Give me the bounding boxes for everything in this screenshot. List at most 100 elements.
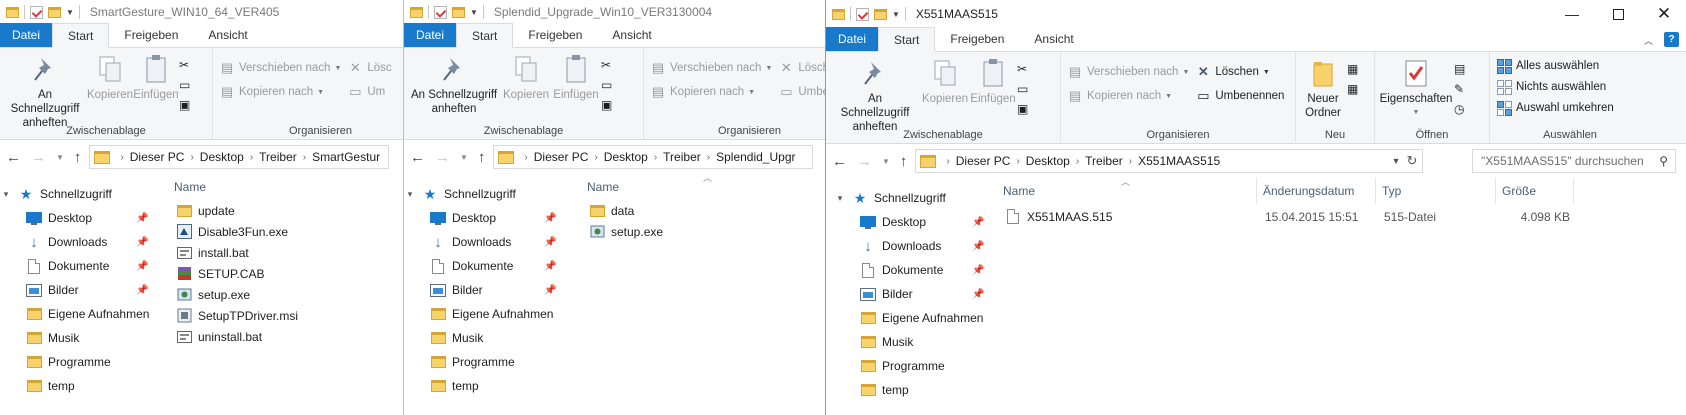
pin-icon[interactable]: 📌 [136, 261, 148, 272]
tree-item-dokumente[interactable]: Dokumente 📌 [404, 254, 556, 278]
tab-freigeben[interactable]: Freigeben [935, 27, 1019, 51]
tree-item-downloads[interactable]: ↓ Downloads 📌 [0, 230, 160, 254]
column-header-name[interactable]: ︿ Name [997, 177, 1257, 204]
cut-icon[interactable]: ✂ [1017, 62, 1028, 76]
pin-icon[interactable]: 📌 [544, 237, 556, 248]
pin-icon[interactable]: 📌 [544, 213, 556, 224]
customize-chevron-icon[interactable]: ▼ [66, 8, 74, 17]
list-item[interactable]: install.bat [168, 242, 403, 263]
breadcrumb-chevron-icon[interactable]: › [190, 152, 193, 163]
breadcrumb-dieser-pc[interactable]: Dieser PC [130, 150, 185, 164]
refresh-icon[interactable]: ↻ [1407, 153, 1418, 169]
expand-chevron-icon[interactable]: ▾ [404, 189, 416, 200]
search-icon[interactable]: ⚲ [1659, 154, 1668, 168]
tree-item-musik[interactable]: Musik [0, 326, 160, 350]
tree-item-programme[interactable]: Programme [0, 350, 160, 374]
tree-item-temp[interactable]: temp [404, 374, 554, 398]
copy-path-icon[interactable]: ▭ [601, 78, 612, 92]
breadcrumb-dieser-pc[interactable]: Dieser PC [956, 154, 1011, 168]
breadcrumb-chevron-icon[interactable]: › [303, 152, 306, 163]
list-item[interactable]: setup.exe [168, 284, 403, 305]
paste-shortcut-icon[interactable]: ▣ [1017, 102, 1028, 116]
rename-button[interactable]: ▭ Umbenennen [1192, 86, 1287, 106]
address-dropdown-icon[interactable]: ▼ [1392, 156, 1401, 166]
tree-item-eigene-aufnahmen[interactable]: Eigene Aufnahmen [404, 302, 554, 326]
tree-item-bilder[interactable]: Bilder 📌 [826, 282, 996, 306]
list-item[interactable]: uninstall.bat [168, 326, 403, 347]
tree-item-temp[interactable]: temp [826, 378, 996, 402]
select-none-button[interactable]: Nichts auswählen [1493, 77, 1617, 97]
tab-freigeben[interactable]: Freigeben [109, 23, 193, 47]
list-item[interactable]: setup.exe [581, 221, 821, 242]
pin-icon[interactable]: 📌 [136, 237, 148, 248]
up-arrow-icon[interactable]: ↑ [74, 149, 82, 166]
rename-button[interactable]: ▭ Um [344, 82, 394, 102]
list-item[interactable]: Disable3Fun.exe [168, 221, 403, 242]
tree-item-dokumente[interactable]: Dokumente 📌 [0, 254, 160, 278]
breadcrumb-chevron-icon[interactable]: › [120, 152, 123, 163]
column-header-size[interactable]: Größe [1496, 178, 1574, 204]
tab-datei[interactable]: Datei [0, 23, 53, 47]
open-icon[interactable]: ▤ [1454, 62, 1465, 76]
help-icon[interactable]: ? [1664, 32, 1679, 47]
tab-start[interactable]: Start [878, 27, 936, 52]
recent-locations-chevron-icon[interactable]: ▼ [460, 153, 468, 162]
expand-chevron-icon[interactable]: ▾ [834, 193, 846, 204]
edit-icon[interactable]: ✎ [1454, 82, 1465, 96]
tree-item-programme[interactable]: Programme [826, 354, 996, 378]
tree-item-schnellzugriff[interactable]: ▾ ★ Schnellzugriff [404, 182, 554, 206]
tree-item-downloads[interactable]: ↓ Downloads 📌 [826, 234, 996, 258]
delete-button[interactable]: ✕ Löschen ▼ [1192, 62, 1287, 82]
column-header-date[interactable]: Änderungsdatum [1257, 178, 1376, 204]
breadcrumb-chevron-icon[interactable]: › [524, 152, 527, 163]
rename-button[interactable]: ▭ Umbe [775, 82, 825, 102]
search-input[interactable]: "X551MAAS515" durchsuchen ⚲ [1472, 149, 1676, 173]
list-item[interactable]: update [168, 200, 403, 221]
tree-item-programme[interactable]: Programme [404, 350, 554, 374]
tab-ansicht[interactable]: Ansicht [597, 23, 666, 47]
new-item-icon[interactable]: ▦ [1347, 62, 1358, 76]
delete-button[interactable]: ✕ Lösch [775, 58, 825, 78]
breadcrumb-desktop[interactable]: Desktop [200, 150, 244, 164]
pin-icon[interactable]: 📌 [972, 289, 984, 300]
forward-arrow-icon[interactable]: → [857, 153, 872, 170]
maximize-icon[interactable] [1595, 0, 1641, 28]
select-all-button[interactable]: Alles auswählen [1493, 56, 1617, 76]
up-arrow-icon[interactable]: ↑ [900, 153, 908, 170]
history-icon[interactable]: ◷ [1454, 102, 1465, 116]
tab-ansicht[interactable]: Ansicht [1019, 27, 1088, 51]
move-to-button[interactable]: ▤ Verschieben nach ▼ [1064, 62, 1192, 82]
cut-icon[interactable]: ✂ [601, 58, 612, 72]
address-path[interactable]: › Dieser PC › Desktop › Treiber › Splend… [493, 145, 814, 169]
copy-to-button[interactable]: ▤ Kopieren nach ▼ [1064, 86, 1192, 106]
table-row[interactable]: X551MAAS.515 15.04.2015 15:51 515-Datei … [997, 206, 1574, 227]
tree-item-musik[interactable]: Musik [826, 330, 996, 354]
up-arrow-icon[interactable]: ↑ [478, 149, 486, 166]
tree-item-downloads[interactable]: ↓ Downloads 📌 [404, 230, 556, 254]
delete-button[interactable]: ✕ Lösc [344, 58, 394, 78]
breadcrumb-chevron-icon[interactable]: › [654, 152, 657, 163]
breadcrumb-chevron-icon[interactable]: › [946, 156, 949, 167]
paste-shortcut-icon[interactable]: ▣ [601, 98, 612, 112]
breadcrumb-desktop[interactable]: Desktop [604, 150, 648, 164]
breadcrumb-chevron-icon[interactable]: › [594, 152, 597, 163]
tree-item-temp[interactable]: temp [0, 374, 160, 398]
properties-check-icon[interactable] [856, 7, 869, 21]
tree-item-desktop[interactable]: Desktop 📌 [404, 206, 556, 230]
address-path[interactable]: › Dieser PC › Desktop › Treiber › X551MA… [915, 149, 1424, 173]
recent-locations-chevron-icon[interactable]: ▼ [56, 153, 64, 162]
customize-chevron-icon[interactable]: ▼ [892, 10, 900, 19]
pin-icon[interactable]: 📌 [972, 265, 984, 276]
address-path[interactable]: › Dieser PC › Desktop › Treiber › SmartG… [89, 145, 390, 169]
breadcrumb-chevron-icon[interactable]: › [707, 152, 710, 163]
recent-locations-chevron-icon[interactable]: ▼ [882, 157, 890, 166]
close-icon[interactable]: ✕ [1641, 0, 1686, 28]
back-arrow-icon[interactable]: ← [410, 149, 425, 166]
invert-selection-button[interactable]: Auswahl umkehren [1493, 98, 1617, 118]
copy-to-button[interactable]: ▤ Kopieren nach ▼ [216, 82, 344, 102]
new-folder-icon[interactable] [48, 6, 61, 18]
column-header-name[interactable]: ︿ Name [581, 173, 821, 200]
move-to-button[interactable]: ▤ Verschieben nach ▼ [216, 58, 344, 78]
copy-to-button[interactable]: ▤ Kopieren nach ▼ [647, 82, 775, 102]
forward-arrow-icon[interactable]: → [31, 149, 46, 166]
